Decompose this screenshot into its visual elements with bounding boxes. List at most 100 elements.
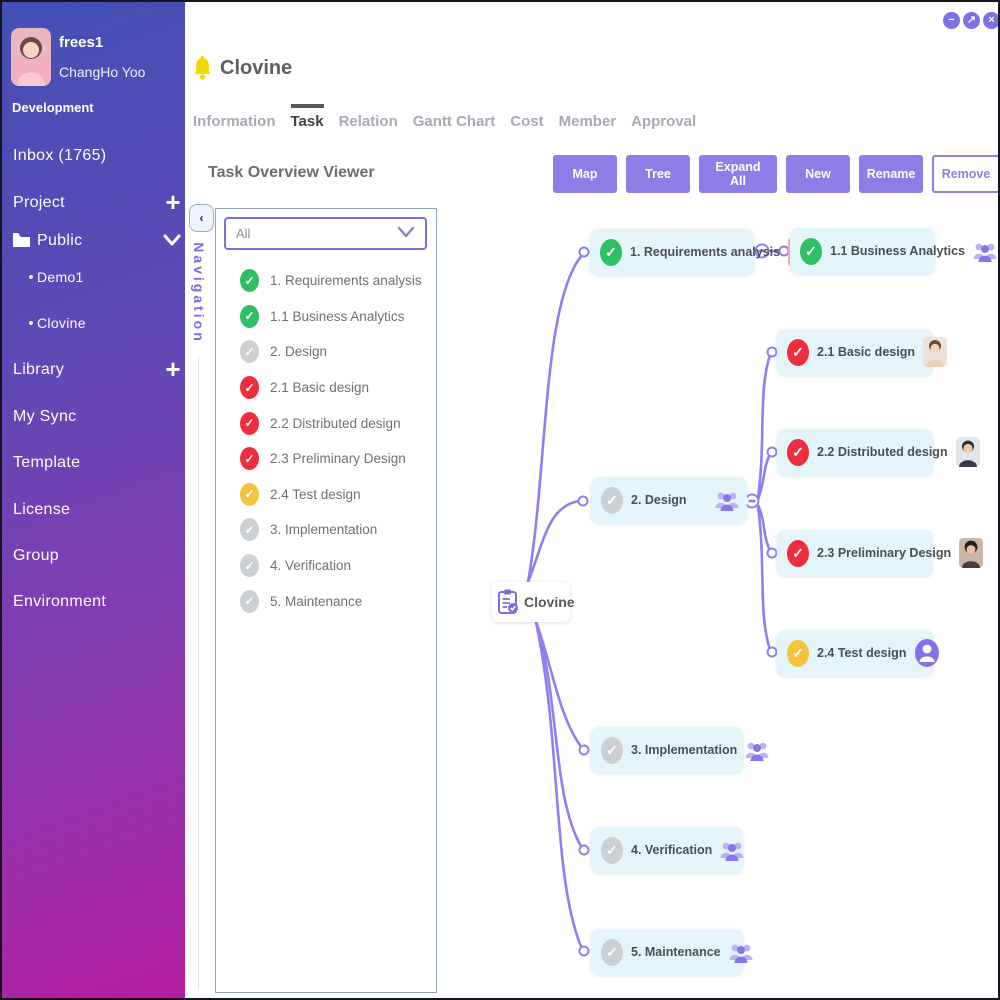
map-node-test-design[interactable]: ✓ 2.4 Test design — [777, 630, 933, 676]
sidebar-item-demo1-label: Demo1 — [37, 269, 84, 285]
status-check-icon: ✓ — [601, 939, 623, 966]
group-icon — [715, 488, 739, 512]
task-list-item[interactable]: ✓4. Verification — [216, 548, 436, 584]
task-filter-select[interactable]: All — [224, 217, 427, 250]
task-list-item[interactable]: ✓5. Maintenance — [216, 583, 436, 619]
sidebar-item-group[interactable]: Group — [13, 547, 59, 565]
sidebar-item-public-label: Public — [37, 232, 82, 249]
status-check-icon: ✓ — [240, 340, 259, 363]
status-check-icon: ✓ — [240, 483, 259, 506]
remove-button[interactable]: Remove — [932, 155, 1000, 193]
task-list: ✓1. Requirements analysis ✓1.1 Business … — [216, 263, 436, 619]
map-node-implementation[interactable]: ✓ 3. Implementation — [591, 727, 743, 773]
status-check-icon: ✓ — [601, 837, 623, 864]
task-list-item[interactable]: ✓ 2.4 Test design — [216, 477, 436, 513]
map-node-label: 2. Design — [631, 493, 707, 507]
sidebar-item-project[interactable]: Project — [13, 194, 65, 212]
map-node-label: 4. Verification — [631, 843, 712, 857]
task-filter-value: All — [236, 226, 397, 241]
status-check-icon: ✓ — [240, 518, 259, 541]
map-node-design[interactable]: ✓ 2. Design — [591, 477, 747, 523]
chevron-down-icon[interactable] — [162, 233, 182, 253]
toolbar: Map Tree Expand All New Rename Remove — [553, 155, 1000, 193]
task-list-item[interactable]: ✓3. Implementation — [216, 512, 436, 548]
map-node-label: 2.4 Test design — [817, 646, 906, 660]
status-check-icon: ✓ — [240, 554, 259, 577]
maximize-button[interactable]: ↗ — [963, 12, 980, 29]
status-check-icon: ✓ — [787, 640, 809, 667]
profile: frees1 ChangHo Yoo — [11, 28, 145, 86]
rename-button[interactable]: Rename — [859, 155, 923, 193]
sidebar-item-public[interactable]: Public — [13, 232, 82, 252]
task-list-item[interactable]: ✓2.3 Preliminary Design — [216, 441, 436, 477]
task-list-item[interactable]: ✓ 2.2 Distributed design — [216, 405, 436, 441]
task-list-item[interactable]: ✓1. Requirements analysis — [216, 263, 436, 299]
map-node-requirements-analysis[interactable]: ✓ 1. Requirements analysis — [590, 229, 754, 275]
sidebar-item-my-sync[interactable]: My Sync — [13, 408, 76, 426]
group-icon — [729, 940, 753, 964]
page-title: Clovine — [220, 57, 292, 80]
group-icon — [973, 239, 997, 263]
sidebar-item-clovine[interactable]: Clovine — [29, 315, 86, 331]
navigation-panel: All ✓1. Requirements analysis ✓1.1 Busin… — [215, 208, 437, 993]
task-label: 2.1 Basic design — [270, 380, 369, 395]
map-node-maintenance[interactable]: ✓ 5. Maintenance — [591, 929, 743, 975]
group-icon — [720, 838, 744, 862]
map-node-preliminary-design[interactable]: ✓ 2.3 Preliminary Design — [777, 530, 933, 576]
expand-all-button[interactable]: Expand All — [699, 155, 777, 193]
tab-relation[interactable]: Relation — [339, 104, 398, 130]
map-node-business-analytics[interactable]: ✓ 1.1 Business Analytics — [790, 228, 935, 274]
member-photo-icon — [923, 337, 947, 367]
map-node-label: 2.2 Distributed design — [817, 445, 948, 459]
map-root-node[interactable]: Clovine — [492, 582, 570, 622]
navigation-vertical-label: Navigation — [187, 233, 211, 353]
navigation-collapse-button chevron-left-icon[interactable]: ‹ — [189, 204, 214, 232]
map-button[interactable]: Map — [553, 155, 617, 193]
status-check-icon: ✓ — [240, 269, 259, 292]
map-node-label: 1. Requirements analysis — [630, 245, 780, 259]
map-node-distributed-design[interactable]: ✓ 2.2 Distributed design — [777, 429, 933, 475]
tab-cost[interactable]: Cost — [510, 104, 543, 130]
sidebar-item-demo1[interactable]: Demo1 — [29, 269, 84, 285]
person-circle-icon — [914, 638, 940, 668]
sidebar-item-license[interactable]: License — [13, 501, 70, 519]
window-controls: − ↗ × — [943, 12, 1000, 29]
status-check-icon: ✓ — [240, 412, 259, 435]
sidebar-item-template[interactable]: Template — [13, 454, 80, 472]
collapse-node-icon — [746, 245, 769, 508]
status-check-icon: ✓ — [240, 376, 259, 399]
status-check-icon: ✓ — [600, 239, 622, 266]
tab-approval[interactable]: Approval — [631, 104, 696, 130]
task-label: 2.2 Distributed design — [270, 416, 401, 431]
folder-icon — [13, 233, 30, 252]
map-node-basic-design[interactable]: ✓ 2.1 Basic design — [777, 329, 933, 375]
sidebar-item-library[interactable]: Library — [13, 361, 64, 379]
close-button[interactable]: × — [983, 12, 1000, 29]
add-library-button plus-icon[interactable]: + — [162, 359, 184, 381]
map-node-label: 1.1 Business Analytics — [830, 244, 965, 258]
tab-member[interactable]: Member — [559, 104, 617, 130]
status-check-icon: ✓ — [787, 339, 809, 366]
task-list-item[interactable]: ✓1.1 Business Analytics — [216, 299, 436, 335]
avatar[interactable] — [11, 28, 51, 86]
map-node-label: 2.1 Basic design — [817, 345, 915, 359]
map-node-verification[interactable]: ✓ 4. Verification — [591, 827, 743, 873]
status-check-icon: ✓ — [240, 590, 259, 613]
sidebar-item-inbox[interactable]: Inbox (1765) — [13, 147, 106, 165]
task-label: 2. Design — [270, 344, 327, 359]
tab-information[interactable]: Information — [193, 104, 276, 130]
task-list-item[interactable]: ✓ 2.1 Basic design — [216, 370, 436, 406]
tab-task[interactable]: Task — [291, 104, 324, 130]
profile-username: frees1 — [59, 34, 145, 51]
profile-fullname: ChangHo Yoo — [59, 64, 145, 80]
new-button[interactable]: New — [786, 155, 850, 193]
tree-button[interactable]: Tree — [626, 155, 690, 193]
task-label: 2.4 Test design — [270, 487, 361, 502]
minimize-button[interactable]: − — [943, 12, 960, 29]
map-node-label: 2.3 Preliminary Design — [817, 546, 951, 560]
tab-gantt-chart[interactable]: Gantt Chart — [413, 104, 496, 130]
add-project-button plus-icon[interactable]: + — [162, 192, 184, 214]
status-check-icon: ✓ — [787, 439, 809, 466]
task-list-item[interactable]: ✓ 2. Design — [216, 334, 436, 370]
sidebar-item-environment[interactable]: Environment — [13, 593, 106, 611]
